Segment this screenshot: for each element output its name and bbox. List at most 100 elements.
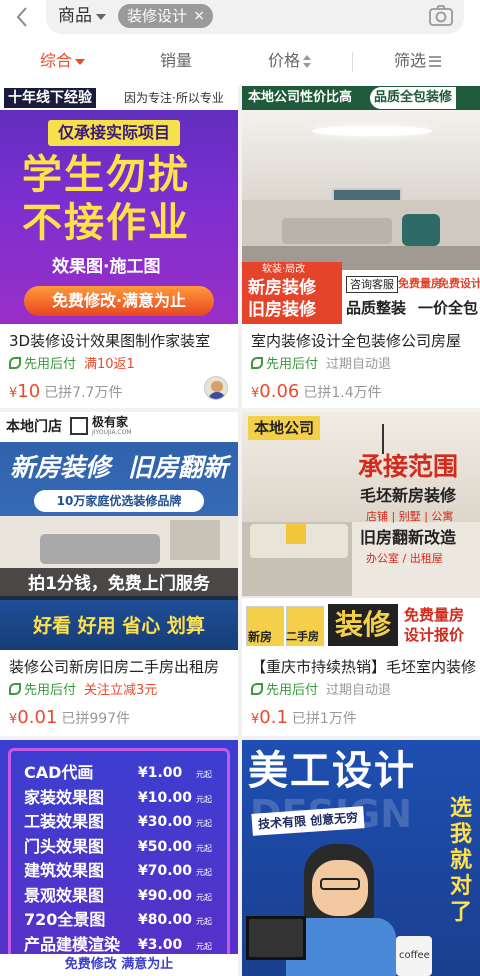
sort-comprehensive-label: 综合 [40,51,73,70]
banner-headline-2: 不接作业 [22,200,190,246]
price-list-row: CAD代画 ¥1.00 元起 [24,762,220,784]
product-image[interactable]: 本地门店 极有家 JIYOUJIA.COM 新房装修 旧房翻新 10万家庭优选装… [0,412,238,650]
service-unit: 元起 [196,819,212,828]
lamp [382,424,384,454]
price-line: ¥0.06 已拼1.4万件 [251,380,382,406]
product-card[interactable]: 本地门店 极有家 JIYOUJIA.COM 新房装修 旧房翻新 10万家庭优选装… [0,412,238,736]
product-title[interactable]: 【重庆市持续热销】毛坯室内装修 [251,656,476,678]
service-name: 工装效果图 [24,812,105,831]
service-name: 家装效果图 [24,787,105,807]
price-line: ¥0.01 已拼997件 [9,706,130,732]
glasses-icon [320,878,360,890]
product-price: 0.06 [259,381,300,402]
banner-tag: 十年线下经验 [4,88,96,108]
product-image[interactable]: CAD代画 ¥1.00 元起 家装效果图 ¥10.00 元起 工装效果图 ¥30.00 元起 门头… [0,740,238,976]
product-title[interactable]: 装修公司新房旧房二手房出租房 [9,656,234,678]
search-chip-label: 装修设计 [127,7,188,25]
product-card[interactable]: 本地公司性价比高 品质全包装修 软装·局改 新房装修 旧房装修 咨询客服 免费量… [242,86,480,408]
back-icon [16,7,27,27]
icon-label: 二手房 [286,630,319,643]
service-name: CAD代画 [24,763,94,782]
icon-label: 新房 [248,630,273,644]
computer-monitor [246,916,306,960]
banner-tag: 本地门店 [6,419,62,435]
service-price: ¥70.00 [138,863,193,879]
product-image[interactable]: 十年线下经验 因为专注·所以专业 仅承接实际项目 学生勿扰 不接作业 效果图·施… [0,86,238,324]
leaf-icon [251,683,263,695]
product-tags: 先用后付 过期自动退 [251,682,391,700]
service-unit: 元起 [196,892,212,902]
search-bar[interactable]: 商品 装修设计 × [46,0,464,34]
shop-avatar[interactable] [204,376,228,400]
product-card[interactable]: 本地公司 承接范围 毛坯新房装修 店铺 | 别墅 | 公寓 旧房翻新改造 办公室… [242,412,480,736]
filter-icon [429,56,442,67]
promo-tag: 满10返1 [84,357,135,372]
service-name: 景观效果图 [24,885,105,905]
banner-footer-text: 免费修改 满意为止 [0,954,238,976]
refund-tag: 过期自动退 [326,683,392,698]
price-line: ¥0.1 已拼1万件 [251,706,357,732]
caret-down-icon [75,58,86,65]
product-tags: 先用后付 满10返1 [9,356,135,374]
sort-price-label: 价格 [268,51,301,70]
banner-cta: 免费量房 [404,606,465,624]
sold-count: 已拼1.4万件 [303,385,382,401]
sort-bar: 综合 销量 价格 筛选 [0,36,480,86]
search-chip[interactable]: 装修设计 × [118,4,214,28]
product-card[interactable]: DESIGN 美工设计 技术有限 创意无穷 选我就对了 coffee [242,740,480,976]
promo-line-1: 新房装修 [248,278,316,298]
sort-price[interactable]: 价格 [268,50,313,72]
search-scope-select[interactable]: 商品 [58,4,92,28]
product-card[interactable]: 十年线下经验 因为专注·所以专业 仅承接实际项目 学生勿扰 不接作业 效果图·施… [0,86,238,408]
room-ceiling [242,110,480,200]
product-image[interactable]: DESIGN 美工设计 技术有限 创意无穷 选我就对了 coffee [242,740,480,976]
service-name: 720全景图 [24,910,106,929]
product-image[interactable]: 本地公司 承接范围 毛坯新房装修 店铺 | 别墅 | 公寓 旧房翻新改造 办公室… [242,412,480,650]
coffee-label: coffee [399,950,430,961]
product-card[interactable]: CAD代画 ¥1.00 元起 家装效果图 ¥10.00 元起 工装效果图 ¥30.00 元起 门头… [0,740,238,976]
service-price: ¥1.00 [138,765,183,781]
sold-count: 已拼997件 [61,711,131,727]
sort-sales[interactable]: 销量 [160,50,192,72]
service-price: ¥3.00 [138,936,183,953]
service-price: ¥50.00 [138,838,193,855]
pay-later-tag: 先用后付 [266,683,319,698]
pay-later-tag: 先用后付 [24,683,77,698]
product-title[interactable]: 室内装修设计全包装修公司房屋 [251,330,476,352]
product-image[interactable]: 本地公司性价比高 品质全包装修 软装·局改 新房装修 旧房装修 咨询客服 免费量… [242,86,480,324]
filter-button[interactable]: 筛选 [394,50,442,72]
brand-logo-icon [70,417,88,435]
sort-sales-label: 销量 [160,51,193,70]
banner-side-text: 选我就对了 [450,796,473,925]
sort-arrows-icon [303,54,313,69]
camera-icon[interactable] [428,3,454,29]
service-price: ¥80.00 [138,912,193,928]
armchair [402,214,440,246]
back-button[interactable] [8,2,36,32]
refund-tag: 过期自动退 [326,357,392,372]
sold-count: 已拼1万件 [291,711,357,727]
service-price: ¥10.00 [138,789,193,806]
service-unit: 元起 [196,794,212,804]
sort-comprehensive[interactable]: 综合 [40,50,86,72]
banner-headline-1: 美工设计 [248,748,416,794]
banner-tag: 本地公司 [248,416,321,440]
banner-offer: 拍1分钱，免费上门服务 [0,568,238,600]
promo-slogan-1: 品质整装 [346,299,407,317]
product-price: 10 [17,381,41,402]
scope-item: 旧房翻新改造 [360,528,457,547]
product-tags: 先用后付 过期自动退 [251,356,391,374]
service-name: 产品建模渲染 [24,934,121,954]
caret-down-icon [96,14,106,20]
banner-headline-1: 新房装修 [10,453,111,482]
service-unit: 元起 [196,843,212,853]
price-list-row: 产品建模渲染 ¥3.00 元起 [24,934,220,956]
scope-heading: 承接范围 [358,452,459,481]
close-icon[interactable]: × [193,4,205,28]
product-title[interactable]: 3D装修设计效果图制作家装室 [9,330,234,352]
price-list-row: 建筑效果图 ¥70.00 元起 [24,860,220,882]
service-name: 建筑效果图 [24,861,105,880]
banner-subhead: 10万家庭优选装修品牌 [34,490,204,512]
top-bar: 商品 装修设计 × [0,0,480,36]
banner-slogan: 因为专注·所以专业 [124,91,224,105]
